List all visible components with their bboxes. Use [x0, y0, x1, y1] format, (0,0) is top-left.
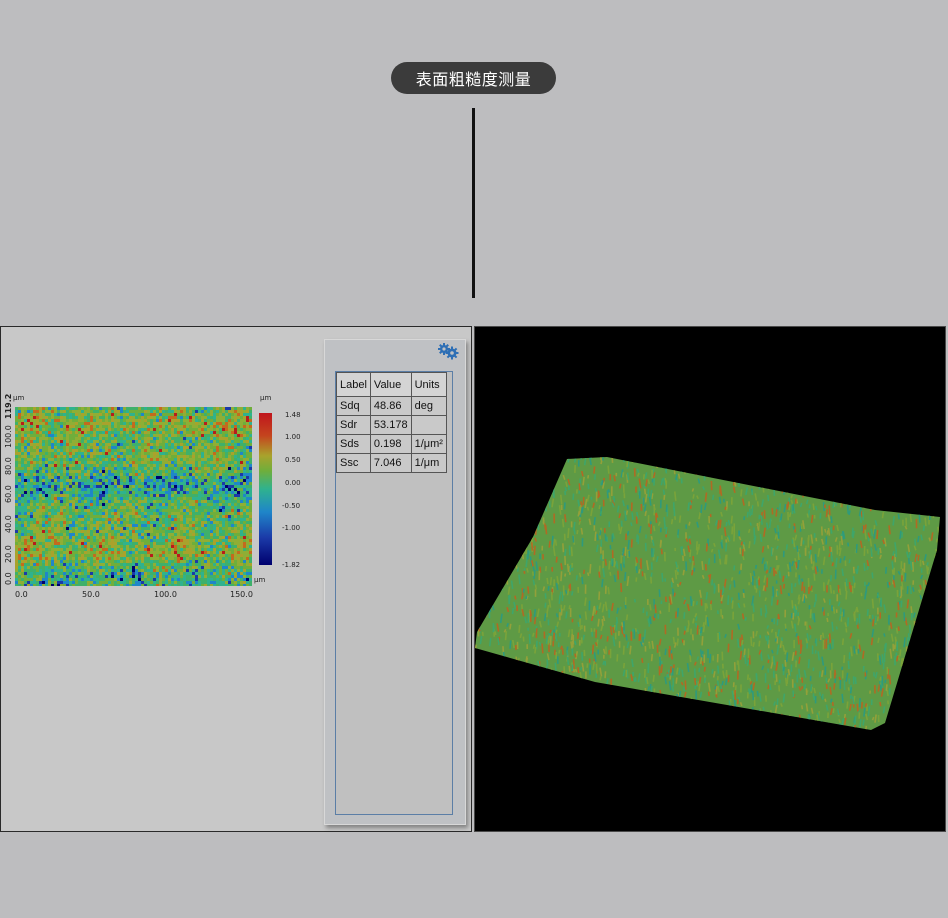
parameter-table-container: Label Value Units Sdq 48.86 deg Sdr 53.1…	[335, 371, 453, 815]
y-unit-label: μm	[13, 394, 25, 402]
table-row[interactable]: Sdq 48.86 deg	[336, 396, 447, 416]
row-value: 48.86	[369, 396, 412, 416]
height-map-panel: μm μm μm 119.2 0.0 20.0 40.0 60.0 80.0 1…	[0, 326, 472, 832]
colorbar-tick: 1.48	[285, 411, 301, 419]
table-header-row: Label Value Units	[336, 372, 447, 397]
y-tick: 100.0	[4, 425, 13, 448]
surface-3d-view[interactable]	[474, 326, 946, 832]
colorbar	[259, 413, 272, 565]
y-tick: 60.0	[4, 485, 13, 503]
row-label: Sdq	[336, 396, 371, 416]
table-row[interactable]: Sdr 53.178	[336, 415, 447, 435]
x-tick: 50.0	[82, 590, 100, 599]
x-tick: 150.0	[230, 590, 253, 599]
table-row[interactable]: Sds 0.198 1/μm²	[336, 434, 447, 454]
row-value: 7.046	[369, 453, 412, 473]
column-header-value[interactable]: Value	[369, 372, 412, 397]
y-tick: 0.0	[4, 572, 13, 585]
height-map-image	[15, 407, 252, 586]
colorbar-tick: 0.00	[285, 479, 301, 487]
row-label: Ssc	[336, 453, 371, 473]
z-unit-label: μm	[260, 394, 272, 402]
row-units: deg	[410, 396, 447, 416]
x-tick: 100.0	[154, 590, 177, 599]
y-tick: 80.0	[4, 457, 13, 475]
row-units: 1/μm²	[410, 434, 447, 454]
surface-3d-render	[475, 457, 940, 730]
row-units	[410, 415, 447, 435]
y-tick: 40.0	[4, 515, 13, 533]
connector-line	[472, 108, 475, 298]
y-tick: 20.0	[4, 545, 13, 563]
row-value: 0.198	[369, 434, 412, 454]
row-label: Sdr	[336, 415, 371, 435]
column-header-units[interactable]: Units	[410, 372, 447, 397]
page-title: 表面粗糙度测量	[391, 62, 556, 94]
colorbar-tick: -1.00	[282, 524, 301, 532]
x-tick: 0.0	[15, 590, 28, 599]
parameter-table: Label Value Units Sdq 48.86 deg Sdr 53.1…	[336, 372, 447, 473]
row-label: Sds	[336, 434, 371, 454]
gear-icon[interactable]	[437, 342, 459, 360]
colorbar-tick: -1.82	[282, 561, 301, 569]
row-value: 53.178	[369, 415, 412, 435]
parameters-window: Label Value Units Sdq 48.86 deg Sdr 53.1…	[324, 339, 466, 825]
table-row[interactable]: Ssc 7.046 1/μm	[336, 453, 447, 473]
colorbar-tick: 0.50	[285, 456, 301, 464]
colorbar-tick: 1.00	[285, 433, 301, 441]
colorbar-tick: -0.50	[282, 502, 301, 510]
y-max-label: 119.2	[4, 393, 13, 419]
x-unit-label: μm	[254, 576, 266, 584]
column-header-label[interactable]: Label	[336, 372, 371, 397]
row-units: 1/μm	[410, 453, 447, 473]
